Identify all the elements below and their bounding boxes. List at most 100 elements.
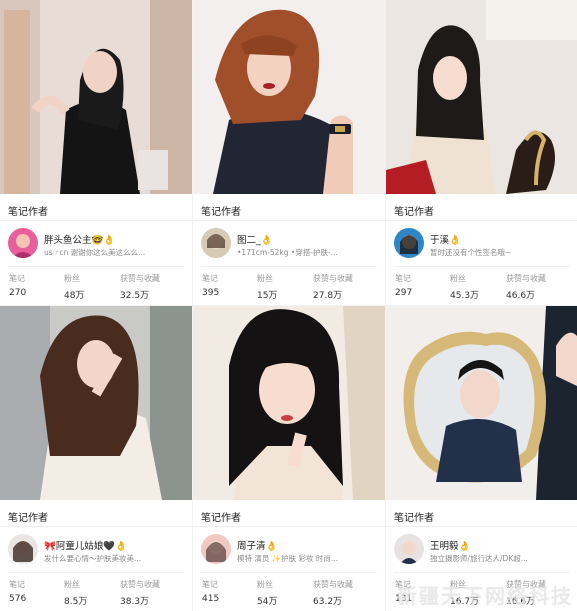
notes-stat: 笔记 415 [202,579,219,604]
notes-count: 131 [395,594,413,604]
likes-stat: 获赞与收藏 63.2万 [313,579,353,607]
fans-count: 45.3万 [450,291,480,301]
divider [201,266,377,267]
notes-stat: 笔记 270 [9,273,26,298]
section-title: 笔记作者 [8,513,48,524]
likes-count: 38.3万 [120,597,150,607]
author-name[interactable]: 于溪👌 [430,232,461,246]
author-info: 笔记作者 图二_👌 •171cm-52kg •穿搭-护肤-... 笔记 395 粉… [193,194,385,305]
likes-count: 16.6万 [506,597,536,607]
avatar[interactable] [394,228,424,258]
fans-count: 54万 [257,597,278,607]
author-card[interactable]: 笔记作者 周子清👌 模特 演员 ✨护肤 彩妆 时尚... 笔记 415 粉丝 54万… [193,306,385,611]
fans-stat: 粉丝 16.7万 [450,579,479,607]
notes-label: 笔记 [9,580,25,589]
author-card[interactable]: 笔记作者 于溪👌 暂时还没有个性签名哦~ 笔记 297 粉丝 45.3万 获赞与收藏… [386,0,577,305]
likes-count: 27.8万 [313,291,343,301]
author-info: 笔记作者 王明毅👌 独立摄影师/旅行达人/DK超... 笔记 131 粉丝 16.7… [386,500,577,611]
author-grid: 笔记作者 胖头鱼公主🤓👌 us☞cn 谢谢你这么美这么么... 笔记 270 粉丝… [0,0,577,611]
divider [386,526,577,527]
likes-stat: 获赞与收藏 46.6万 [506,273,546,301]
author-bio: us☞cn 谢谢你这么美这么么... [44,248,146,257]
likes-label: 获赞与收藏 [313,274,353,283]
author-info: 笔记作者 于溪👌 暂时还没有个性签名哦~ 笔记 297 粉丝 45.3万 获赞与收藏… [386,194,577,305]
author-info: 笔记作者 胖头鱼公主🤓👌 us☞cn 谢谢你这么美这么么... 笔记 270 粉丝… [0,194,192,305]
author-name[interactable]: 图二_👌 [237,232,273,246]
fans-label: 粉丝 [450,274,466,283]
divider [8,572,184,573]
likes-stat: 获赞与收藏 16.6万 [506,579,546,607]
author-name[interactable]: 🎀阿童儿姑娘🖤👌 [44,538,127,552]
avatar[interactable] [201,534,231,564]
cover-photo[interactable] [386,306,577,500]
notes-count: 415 [202,594,220,604]
notes-stat: 笔记 576 [9,579,26,604]
notes-stat: 笔记 395 [202,273,219,298]
author-card[interactable]: 笔记作者 王明毅👌 独立摄影师/旅行达人/DK超... 笔记 131 粉丝 16.7… [386,306,577,611]
divider [0,526,192,527]
fans-label: 粉丝 [64,274,80,283]
fans-count: 15万 [257,291,278,301]
fans-stat: 粉丝 15万 [257,273,277,301]
cover-photo[interactable] [386,0,577,194]
notes-stat: 笔记 131 [395,579,412,604]
author-name[interactable]: 周子清👌 [237,538,277,552]
author-card[interactable]: 笔记作者 🎀阿童儿姑娘🖤👌 发什么要心情～护肤美妆美... 笔记 576 粉丝 8.… [0,306,192,611]
likes-count: 46.6万 [506,291,536,301]
cover-photo[interactable] [193,0,385,194]
avatar[interactable] [8,228,38,258]
author-card[interactable]: 笔记作者 图二_👌 •171cm-52kg •穿搭-护肤-... 笔记 395 粉… [193,0,385,305]
fans-count: 48万 [64,291,85,301]
avatar[interactable] [8,534,38,564]
likes-label: 获赞与收藏 [120,580,160,589]
likes-label: 获赞与收藏 [506,580,546,589]
cover-photo[interactable] [0,0,192,194]
likes-label: 获赞与收藏 [120,274,160,283]
section-title: 笔记作者 [394,513,434,524]
fans-label: 粉丝 [257,274,273,283]
author-bio: 发什么要心情～护肤美妆美... [44,554,142,563]
divider [386,220,577,221]
fans-label: 粉丝 [64,580,80,589]
divider [0,220,192,221]
avatar[interactable] [394,534,424,564]
divider [193,220,385,221]
author-bio: 模特 演员 ✨护肤 彩妆 时尚... [237,554,339,563]
notes-label: 笔记 [395,580,411,589]
section-title: 笔记作者 [8,207,48,218]
author-name[interactable]: 王明毅👌 [430,538,470,552]
notes-label: 笔记 [202,580,218,589]
notes-count: 297 [395,288,413,298]
likes-label: 获赞与收藏 [313,580,353,589]
notes-label: 笔记 [395,274,411,283]
avatar[interactable] [201,228,231,258]
fans-stat: 粉丝 48万 [64,273,84,301]
divider [394,266,570,267]
divider [193,526,385,527]
notes-count: 270 [9,288,27,298]
likes-count: 63.2万 [313,597,343,607]
divider [201,572,377,573]
author-card[interactable]: 笔记作者 胖头鱼公主🤓👌 us☞cn 谢谢你这么美这么么... 笔记 270 粉丝… [0,0,192,305]
likes-stat: 获赞与收藏 38.3万 [120,579,160,607]
author-bio: •171cm-52kg •穿搭-护肤-... [237,248,338,257]
author-name[interactable]: 胖头鱼公主🤓👌 [44,232,115,246]
notes-label: 笔记 [202,274,218,283]
likes-label: 获赞与收藏 [506,274,546,283]
fans-stat: 粉丝 45.3万 [450,273,479,301]
fans-count: 8.5万 [64,597,88,607]
author-bio: 独立摄影师/旅行达人/DK超... [430,554,528,563]
fans-stat: 粉丝 8.5万 [64,579,87,607]
fans-stat: 粉丝 54万 [257,579,277,607]
likes-stat: 获赞与收藏 32.5万 [120,273,160,301]
cover-photo[interactable] [193,306,385,500]
cover-photo[interactable] [0,306,192,500]
fans-count: 16.7万 [450,597,480,607]
notes-count: 576 [9,594,27,604]
divider [8,266,184,267]
fans-label: 粉丝 [450,580,466,589]
section-title: 笔记作者 [394,207,434,218]
section-title: 笔记作者 [201,513,241,524]
fans-label: 粉丝 [257,580,273,589]
divider [394,572,570,573]
